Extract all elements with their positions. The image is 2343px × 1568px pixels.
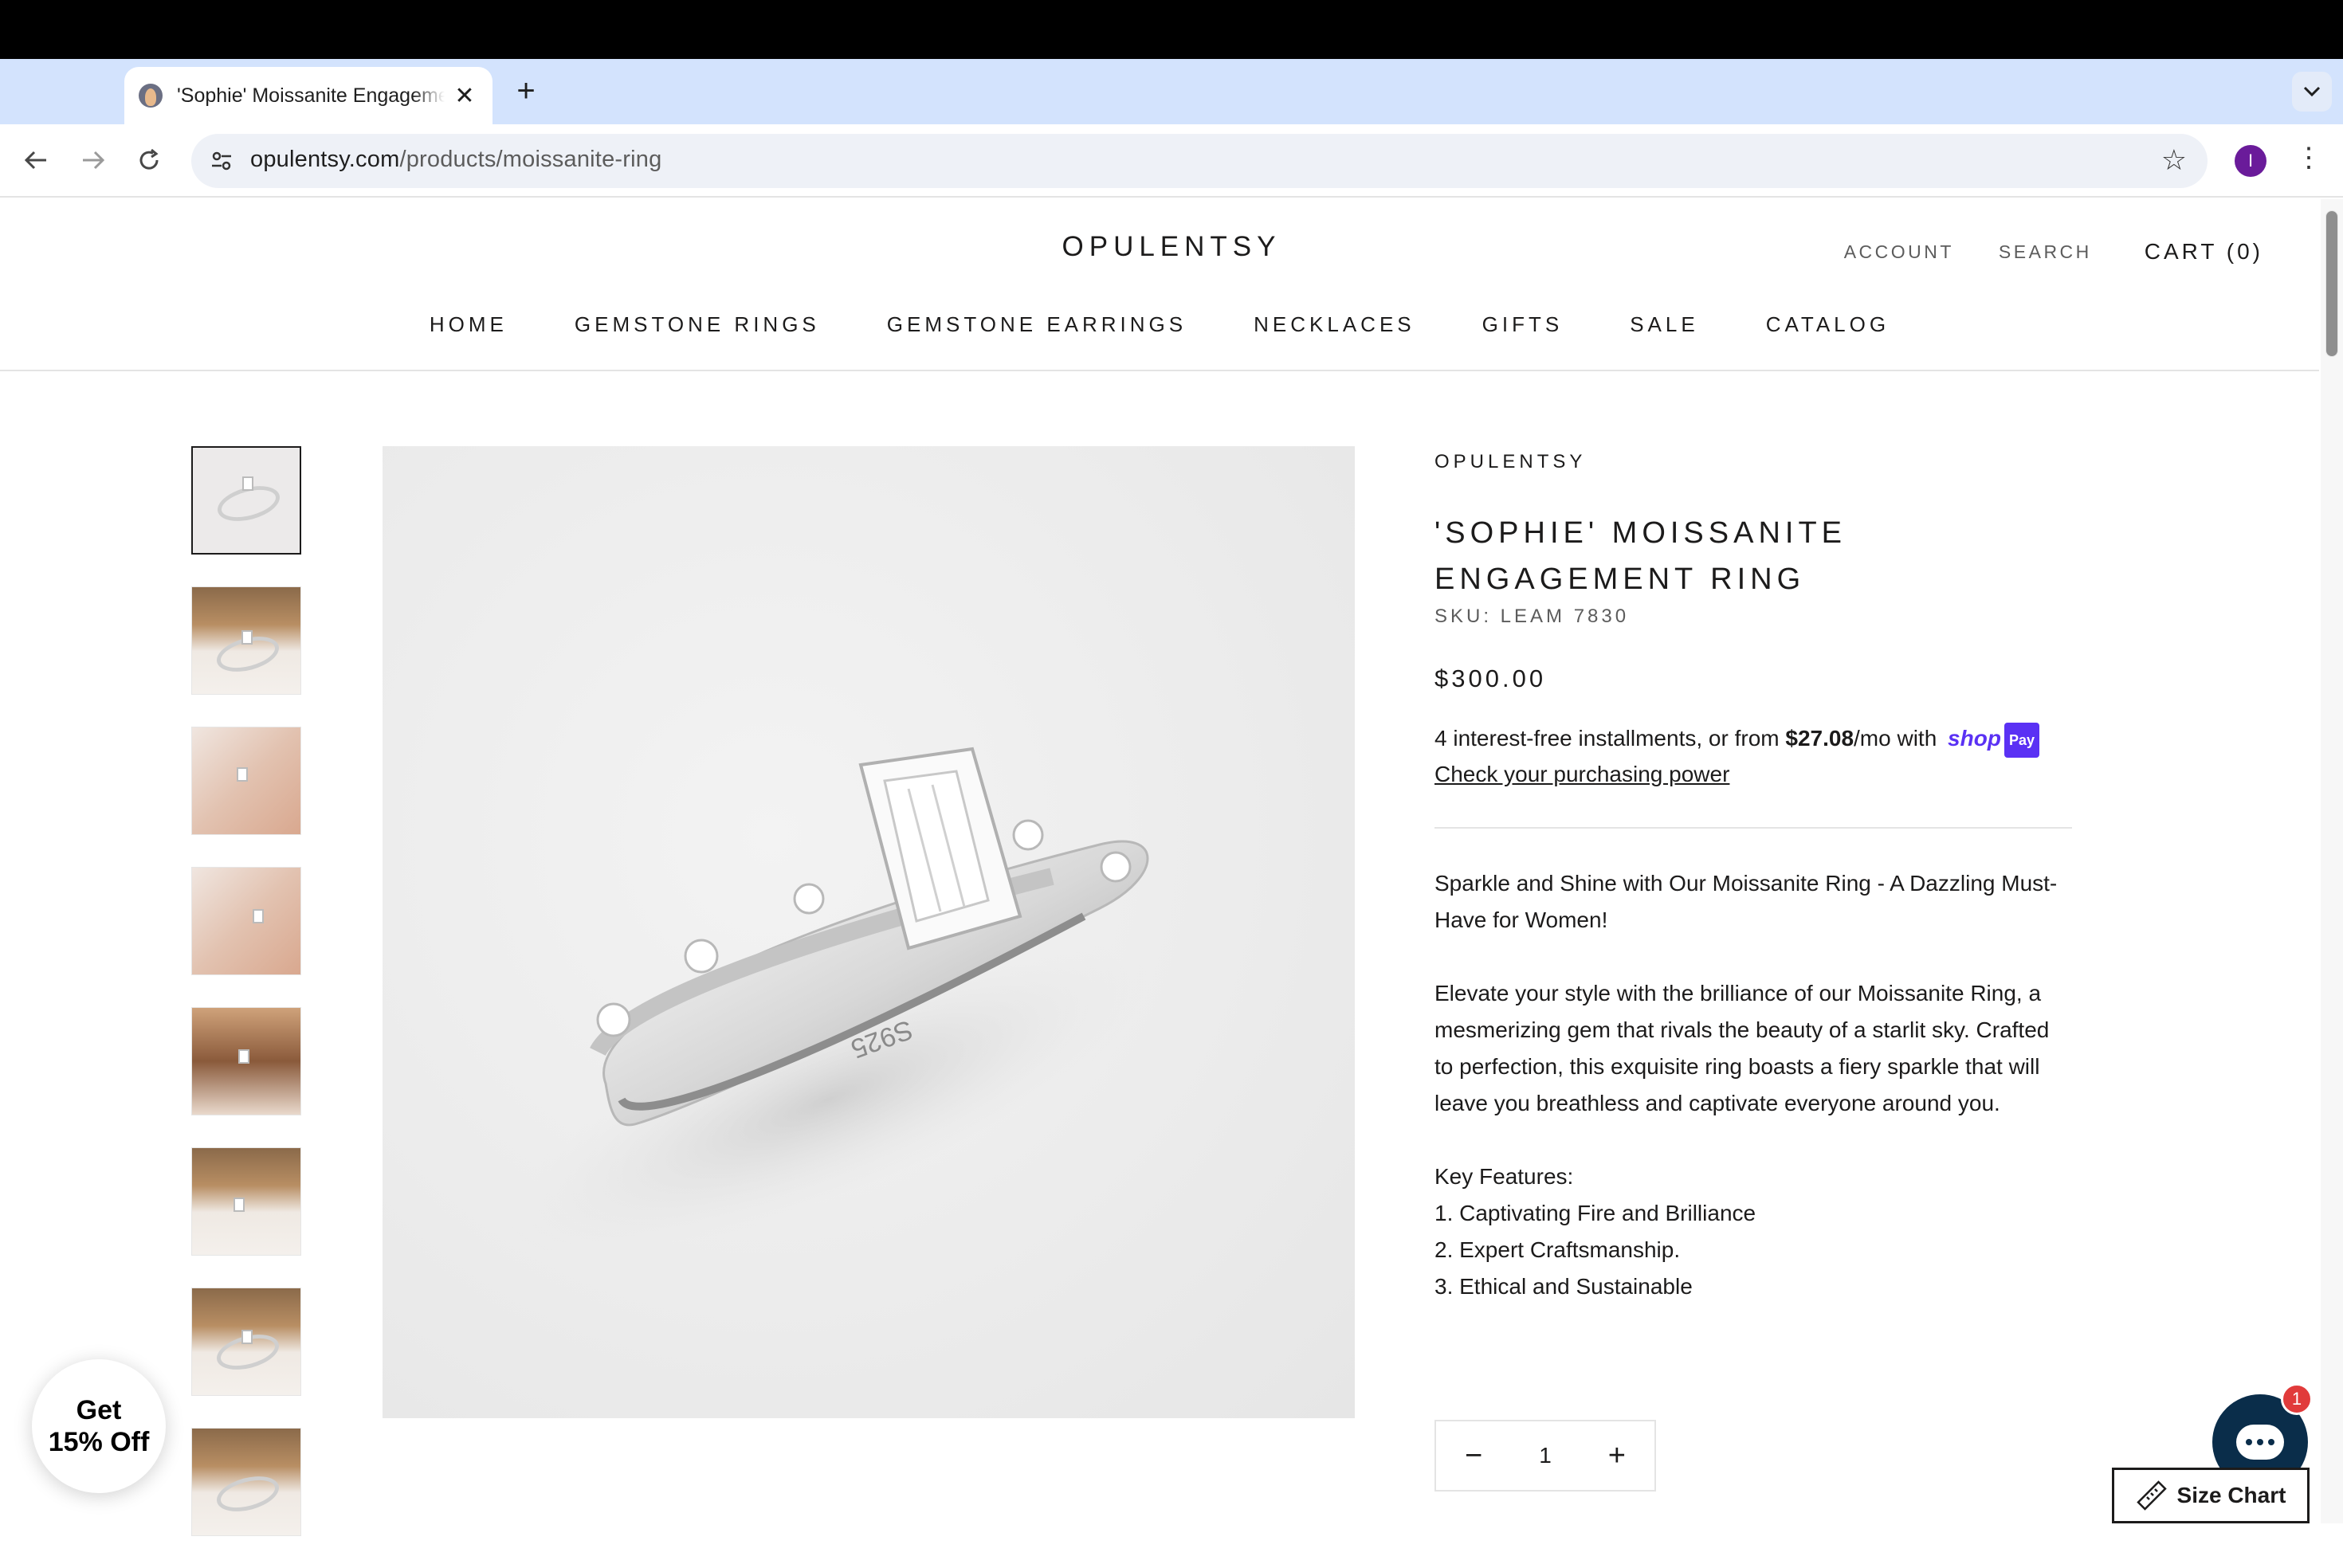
site-info-icon[interactable] bbox=[204, 143, 239, 178]
features-heading: Key Features: bbox=[1434, 1164, 1574, 1189]
back-button[interactable] bbox=[16, 140, 56, 180]
description-intro: Sparkle and Shine with Our Moissanite Ri… bbox=[1434, 871, 2058, 932]
header-links: ACCOUNT SEARCH CART (0) bbox=[1799, 239, 2263, 265]
chat-icon bbox=[2236, 1425, 2284, 1460]
shop-pay-logo: shop bbox=[1948, 726, 2001, 751]
feature-item: 3. Ethical and Sustainable bbox=[1434, 1274, 1693, 1299]
nav-divider bbox=[0, 370, 2319, 371]
installments-amount: $27.08 bbox=[1785, 726, 1854, 751]
decrease-quantity-button[interactable]: − bbox=[1465, 1439, 1482, 1473]
info-divider bbox=[1434, 827, 2072, 829]
reload-button[interactable] bbox=[129, 140, 169, 180]
increase-quantity-button[interactable]: + bbox=[1608, 1439, 1626, 1473]
gem-shape bbox=[241, 1330, 253, 1344]
chat-notification-badge: 1 bbox=[2281, 1383, 2313, 1415]
product-thumbnail[interactable] bbox=[191, 586, 301, 695]
account-link[interactable]: ACCOUNT bbox=[1844, 241, 1954, 263]
nav-item-catalog[interactable]: CATALOG bbox=[1766, 312, 1890, 337]
gem-shape bbox=[242, 476, 253, 491]
tab-strip: 'Sophie' Moissanite Engagement Ring ✕ + bbox=[0, 59, 2343, 124]
shop-pay-badge: Pay bbox=[2004, 722, 2039, 758]
ring-shape bbox=[213, 1470, 283, 1518]
gem-shape bbox=[253, 909, 264, 923]
quantity-stepper: − 1 + bbox=[1434, 1420, 1656, 1492]
back-arrow-icon bbox=[24, 151, 46, 170]
new-tab-button[interactable]: + bbox=[510, 75, 542, 107]
product-thumbnail[interactable] bbox=[191, 867, 301, 975]
product-thumbnail[interactable] bbox=[191, 446, 301, 555]
gem-shape bbox=[238, 1049, 249, 1064]
forward-button[interactable] bbox=[73, 140, 113, 180]
browser-tab[interactable]: 'Sophie' Moissanite Engagement Ring ✕ bbox=[124, 67, 493, 124]
product-thumbnail[interactable] bbox=[191, 727, 301, 835]
product-title: 'SOPHIE' MOISSANITE ENGAGEMENT RING bbox=[1434, 516, 1847, 596]
shop-pay-installments: 4 interest-free installments, or from $2… bbox=[1434, 722, 2088, 791]
nav-item-sale[interactable]: SALE bbox=[1630, 312, 1699, 337]
scrollbar-thumb[interactable] bbox=[2325, 210, 2338, 357]
product-price: $300.00 bbox=[1434, 664, 1547, 692]
favicon-icon bbox=[139, 84, 163, 108]
ring-illustration: S925 bbox=[508, 747, 1149, 1256]
promo-line-2: 15% Off bbox=[48, 1427, 150, 1457]
reload-icon bbox=[139, 148, 159, 170]
bookmark-star-icon[interactable]: ☆ bbox=[2161, 143, 2187, 177]
url-text: opulentsy.com/products/moissanite-ring bbox=[250, 147, 661, 173]
installments-suffix: /mo with bbox=[1854, 726, 1944, 751]
tab-search-button[interactable] bbox=[2292, 72, 2332, 112]
browser-menu-icon[interactable]: ⋮ bbox=[2295, 142, 2322, 174]
main-navigation: HOME GEMSTONE RINGS GEMSTONE EARRINGS NE… bbox=[0, 312, 2319, 337]
feature-item: 2. Expert Craftsmanship. bbox=[1434, 1237, 1681, 1262]
installments-prefix: 4 interest-free installments, or from bbox=[1434, 726, 1786, 751]
quantity-input[interactable]: 1 bbox=[1539, 1443, 1552, 1468]
profile-avatar[interactable]: I bbox=[2235, 145, 2266, 177]
check-purchasing-power-link[interactable]: Check your purchasing power bbox=[1434, 762, 1729, 786]
forward-arrow-icon bbox=[83, 151, 105, 170]
product-vendor[interactable]: OPULENTSY bbox=[1434, 451, 1586, 473]
size-chart-button[interactable]: Size Chart bbox=[2112, 1468, 2310, 1523]
size-chart-label: Size Chart bbox=[2176, 1483, 2286, 1507]
gem-shape bbox=[241, 630, 253, 645]
close-tab-icon[interactable]: ✕ bbox=[451, 82, 478, 110]
discount-popup-button[interactable]: Get 15% Off bbox=[32, 1359, 166, 1493]
product-thumbnail[interactable] bbox=[191, 1147, 301, 1256]
cart-link[interactable]: CART (0) bbox=[2145, 239, 2263, 265]
url-path: /products/moissanite-ring bbox=[399, 147, 662, 172]
url-domain: opulentsy.com bbox=[250, 147, 400, 172]
browser-toolbar: opulentsy.com/products/moissanite-ring ☆… bbox=[0, 124, 2343, 198]
nav-item-gemstone-rings[interactable]: GEMSTONE RINGS bbox=[575, 312, 820, 337]
promo-line-1: Get bbox=[76, 1395, 122, 1425]
gem-shape bbox=[234, 1198, 245, 1212]
product-description: Sparkle and Shine with Our Moissanite Ri… bbox=[1434, 865, 2072, 1305]
product-thumbnail[interactable] bbox=[191, 1428, 301, 1536]
nav-item-necklaces[interactable]: NECKLACES bbox=[1254, 312, 1415, 337]
gem-shape bbox=[237, 767, 248, 782]
os-menu-bar bbox=[0, 0, 2343, 59]
web-page: OPULENTSY ACCOUNT SEARCH CART (0) HOME G… bbox=[0, 199, 2343, 1536]
main-product-image[interactable]: S925 bbox=[383, 446, 1355, 1418]
thumbnail-gallery bbox=[191, 446, 303, 1568]
product-thumbnail[interactable] bbox=[191, 1288, 301, 1396]
product-thumbnail[interactable] bbox=[191, 1007, 301, 1115]
nav-item-home[interactable]: HOME bbox=[430, 312, 508, 337]
product-sku: SKU: LEAM 7830 bbox=[1434, 606, 1630, 627]
nav-item-gemstone-earrings[interactable]: GEMSTONE EARRINGS bbox=[887, 312, 1187, 337]
address-bar[interactable]: opulentsy.com/products/moissanite-ring ☆ bbox=[191, 134, 2208, 188]
search-link[interactable]: SEARCH bbox=[1999, 241, 2092, 263]
page-scrollbar[interactable] bbox=[2321, 199, 2343, 1523]
nav-item-gifts[interactable]: GIFTS bbox=[1482, 312, 1564, 337]
description-body: Elevate your style with the brilliance o… bbox=[1434, 981, 2050, 1115]
tab-title: 'Sophie' Moissanite Engagement Ring bbox=[177, 84, 445, 107]
ruler-icon bbox=[2136, 1480, 2167, 1511]
feature-item: 1. Captivating Fire and Brilliance bbox=[1434, 1201, 1756, 1225]
chevron-down-icon bbox=[2303, 86, 2321, 97]
